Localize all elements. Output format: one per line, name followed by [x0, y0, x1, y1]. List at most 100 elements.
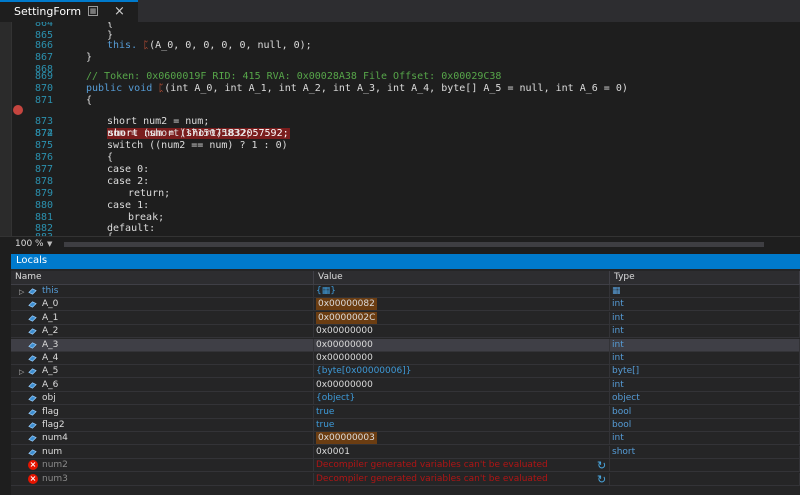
- tab-settingform[interactable]: SettingForm ▦ ×: [0, 0, 138, 22]
- variable-icon: [28, 301, 37, 309]
- error-icon: ×: [28, 473, 38, 484]
- code-comment: // Token: 0x0600019F RID: 415 RVA: 0x000…: [86, 71, 502, 82]
- locals-row[interactable]: num4 0x00000003 int: [11, 432, 800, 446]
- variable-value: 0x00000003: [316, 432, 377, 445]
- cell-type: [610, 459, 800, 473]
- variable-icon: [28, 288, 37, 295]
- cell-name: flag: [11, 405, 314, 419]
- panel-title: Locals: [16, 255, 48, 266]
- code-text: short num2 = num;: [107, 116, 210, 127]
- zoom-level[interactable]: 100 %: [15, 239, 44, 249]
- horizontal-scrollbar[interactable]: [64, 242, 764, 247]
- cell-value[interactable]: {object}: [314, 392, 610, 406]
- expand-icon[interactable]: ▷: [19, 366, 24, 378]
- variable-value: 0x0001: [316, 446, 350, 457]
- cell-value[interactable]: 0x0001: [314, 445, 610, 459]
- cell-name: flag2: [11, 419, 314, 432]
- line-number: 867: [34, 52, 53, 63]
- variable-value: 0x00000000: [316, 379, 373, 390]
- line-number: 866: [34, 40, 53, 51]
- cell-value[interactable]: 0x00000000: [314, 378, 610, 392]
- cell-name: A_3: [11, 338, 314, 352]
- cell-type: bool: [610, 405, 800, 419]
- cell-value[interactable]: {▦}: [314, 285, 610, 298]
- locals-row[interactable]: num 0x0001 short: [11, 445, 800, 459]
- column-header-type[interactable]: Type: [610, 271, 800, 284]
- variable-name: num4: [42, 433, 68, 444]
- variable-icon: [28, 435, 37, 443]
- code-line: 873 short num2 = num;: [0, 116, 800, 128]
- line-number: 876: [34, 152, 53, 163]
- variable-value: {▦}: [316, 286, 336, 296]
- locals-row[interactable]: A_0 0x00000082 int: [11, 298, 800, 312]
- editor-status-strip: 100 % ▼: [0, 236, 800, 253]
- cell-type: ▦: [610, 285, 800, 298]
- locals-row[interactable]: flag true bool: [11, 405, 800, 419]
- cell-value[interactable]: {byte[0x00000006]}: [314, 365, 610, 379]
- locals-row[interactable]: A_3 0x00000000 int: [11, 338, 800, 352]
- locals-row[interactable]: × num2 ↻ Decompiler generated variables can…: [11, 459, 800, 473]
- locals-row[interactable]: flag2 true bool: [11, 419, 800, 432]
- tab-title: SettingForm: [14, 5, 82, 18]
- variable-name: A_2: [42, 326, 59, 337]
- cell-value[interactable]: Decompiler generated variables can't be …: [314, 472, 610, 486]
- locals-row[interactable]: A_4 0x00000000 int: [11, 352, 800, 365]
- variable-value: {byte[0x00000006]}: [316, 366, 412, 377]
- locals-row[interactable]: A_6 0x00000000 int: [11, 378, 800, 392]
- variable-icon: [28, 355, 37, 362]
- cell-value[interactable]: 0x00000000: [314, 325, 610, 339]
- chevron-down-icon[interactable]: ▼: [47, 240, 52, 248]
- cell-type: byte[]: [610, 365, 800, 379]
- line-number: 864: [34, 22, 53, 29]
- code-line: 867}: [0, 52, 800, 64]
- cell-value[interactable]: true: [314, 419, 610, 432]
- column-header-value[interactable]: Value: [314, 271, 610, 284]
- document-tab-bar: SettingForm ▦ ×: [0, 0, 800, 22]
- locals-row[interactable]: obj {object} object: [11, 392, 800, 406]
- variable-type: bool: [612, 406, 632, 417]
- code-text: return;: [128, 188, 171, 199]
- variable-value: true: [316, 420, 335, 430]
- locals-row[interactable]: A_2 0x00000000 int: [11, 325, 800, 339]
- line-number: 874: [34, 128, 53, 139]
- variable-value: 0x0000002C: [316, 311, 378, 324]
- expand-icon[interactable]: ▷: [19, 286, 24, 298]
- locals-row[interactable]: ▷ this {▦} ▦: [11, 285, 800, 298]
- line-number: 870: [34, 83, 53, 94]
- cell-value[interactable]: 0x00000000: [314, 338, 610, 352]
- cell-value[interactable]: 0x00000000: [314, 352, 610, 365]
- cell-type: int: [610, 298, 800, 312]
- variable-icon: [28, 408, 37, 416]
- locals-row[interactable]: A_1 0x0000002C int: [11, 311, 800, 325]
- pin-icon[interactable]: ▦: [88, 6, 98, 16]
- cell-type: [610, 472, 800, 486]
- error-message: Decompiler generated variables can't be …: [316, 473, 548, 484]
- variable-name: this: [42, 286, 59, 296]
- variable-value: 0x00000000: [316, 339, 373, 350]
- code-editor[interactable]: 864{ 865} 866 this. ᛈ(A_0, 0, 0, 0, 0, nu…: [0, 22, 800, 236]
- locals-row[interactable]: ▷ A_5 {byte[0x00000006]} byte[]: [11, 365, 800, 379]
- cell-name: ▷ this: [11, 285, 314, 298]
- close-icon[interactable]: ×: [114, 4, 125, 19]
- variable-type: int: [612, 353, 624, 363]
- cell-value[interactable]: Decompiler generated variables can't be …: [314, 459, 610, 473]
- line-number: 878: [34, 176, 53, 187]
- breakpoint-icon[interactable]: [13, 105, 23, 115]
- cell-value[interactable]: true: [314, 405, 610, 419]
- code-line: 869 // Token: 0x0600019F RID: 415 RVA: 0x…: [0, 71, 800, 83]
- code-text: case 0:: [107, 164, 150, 175]
- cell-name: obj: [11, 392, 314, 406]
- cell-value[interactable]: 0x00000003: [314, 432, 610, 446]
- locals-title-bar[interactable]: Locals: [11, 254, 800, 269]
- variable-type: int: [612, 326, 624, 337]
- cell-value[interactable]: 0x0000002C: [314, 311, 610, 325]
- cell-name: num: [11, 445, 314, 459]
- cell-name: num4: [11, 432, 314, 446]
- variable-type: int: [612, 339, 624, 350]
- locals-row[interactable]: × num3 ↻ Decompiler generated variables can…: [11, 472, 800, 486]
- column-header-name[interactable]: Name: [11, 271, 314, 284]
- variable-type: int: [612, 312, 624, 323]
- variable-name: flag2: [42, 420, 65, 430]
- cell-value[interactable]: 0x00000082: [314, 298, 610, 312]
- cell-name: × num2: [11, 459, 314, 473]
